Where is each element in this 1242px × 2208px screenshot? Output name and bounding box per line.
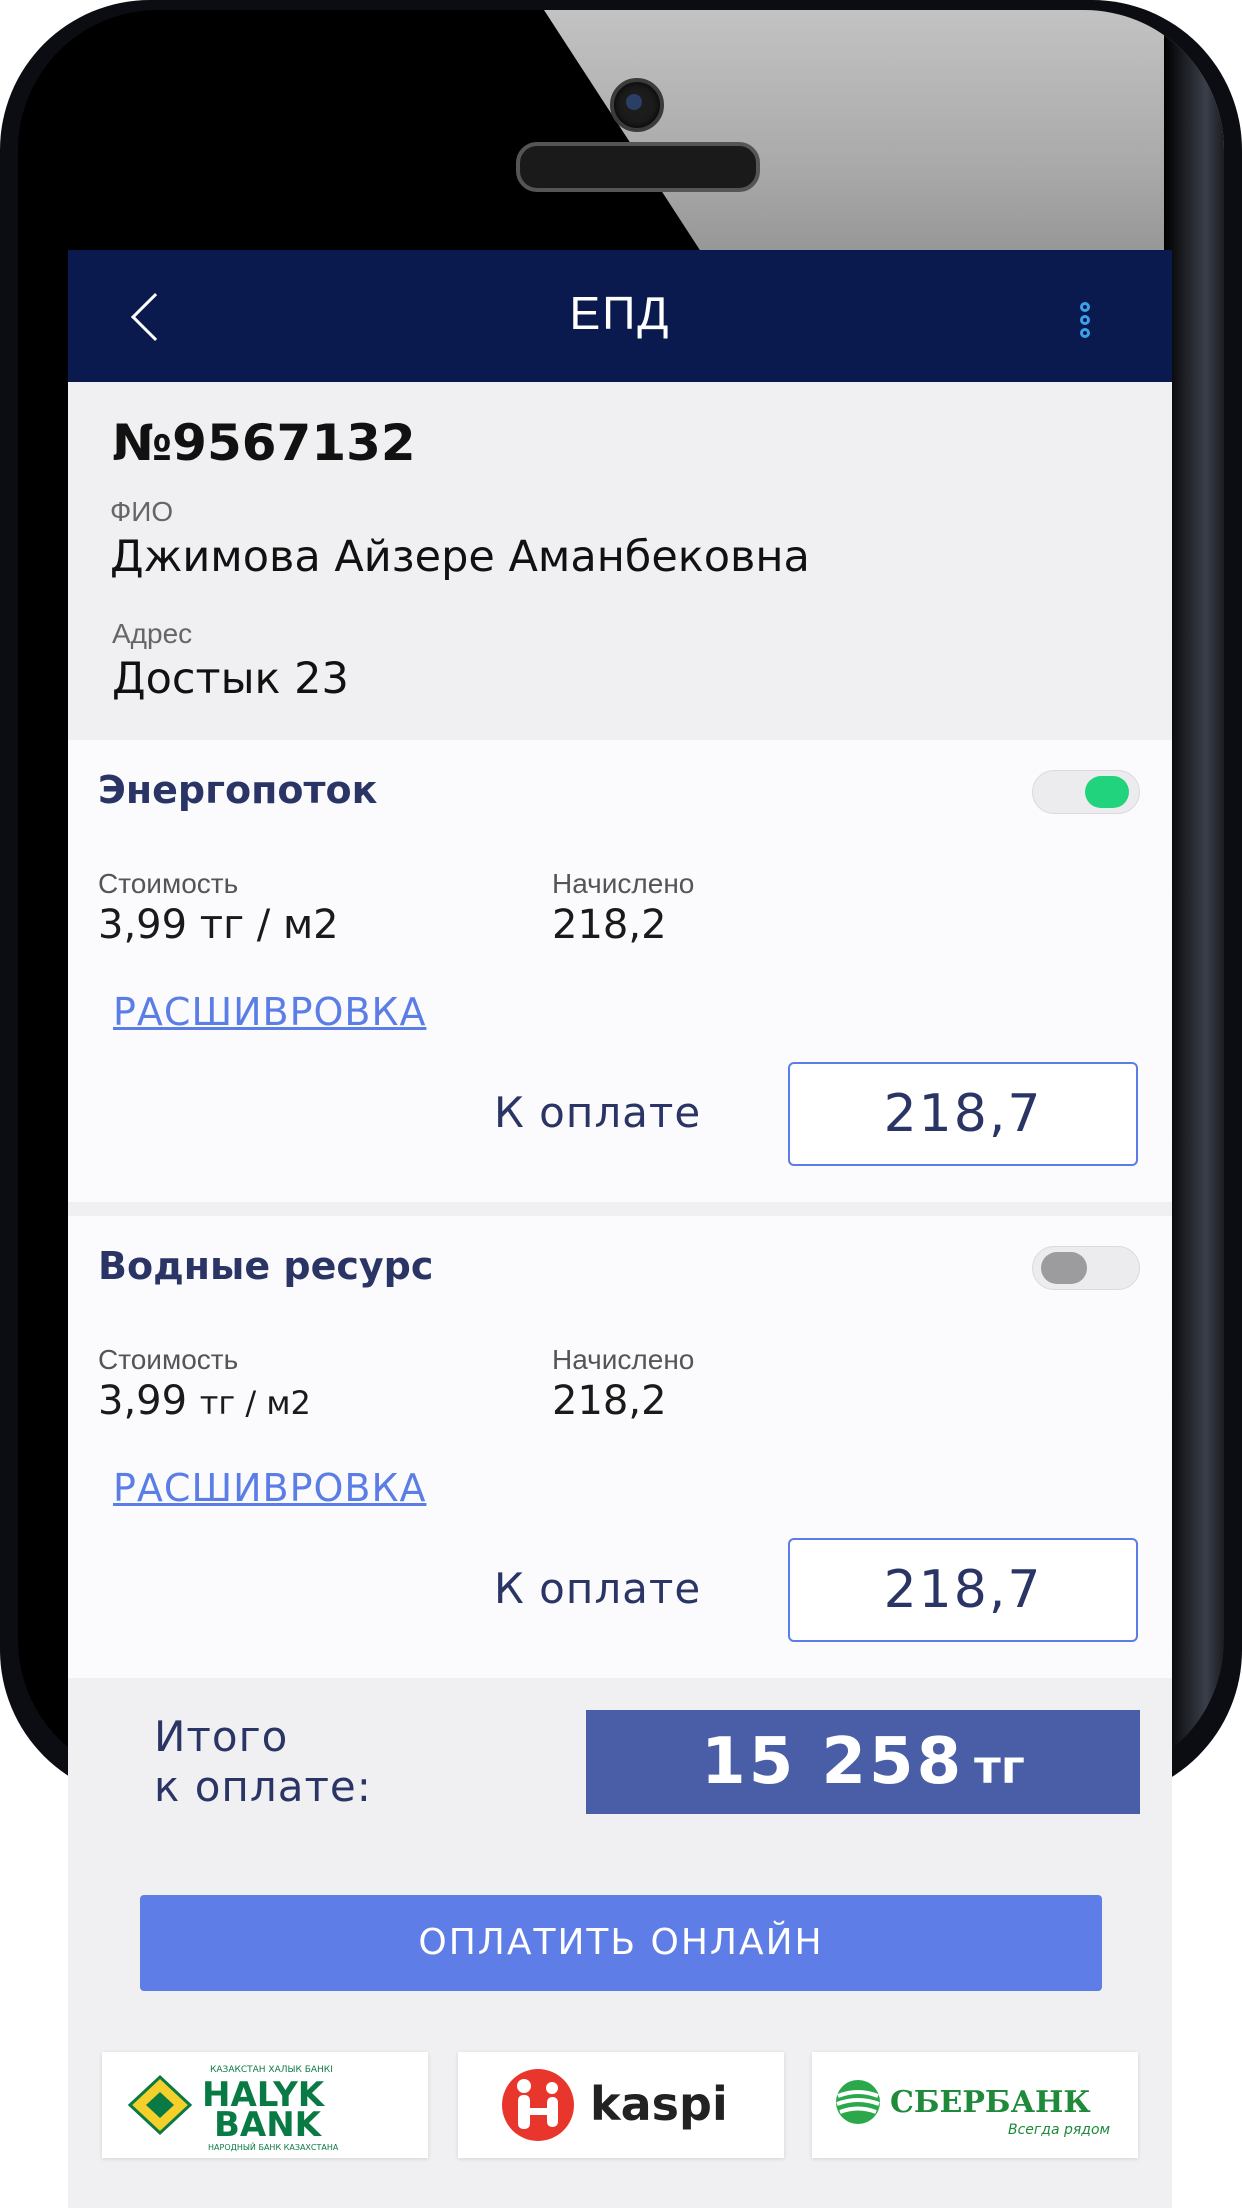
service-card-water: Водные ресурс Стоимость 3,99 тг / м2 Нач… — [68, 1216, 1172, 1678]
kaspi-text: kaspi — [590, 2077, 728, 2131]
page-title: ЕПД — [569, 287, 671, 339]
cost-label: Стоимость — [98, 868, 239, 899]
service-toggle[interactable] — [1032, 1246, 1140, 1290]
total-label-line1: Итого — [154, 1712, 289, 1761]
top-app-bar: ЕПД — [68, 250, 1172, 382]
app-screen: ЕПД №9567132 ФИО Джимова Айзере Аманбеко… — [68, 250, 1172, 2208]
halyk-bank-logo: КАЗАКСТАН ХАЛЫК БАНКІ HALYK BANK НАРОДНЫ… — [127, 2065, 339, 2152]
cost-number: 3,99 — [98, 1378, 188, 1424]
charged-label: Начислено — [552, 868, 695, 899]
total-currency: тг — [974, 1740, 1025, 1794]
halyk-bottom-text: НАРОДНЫЙ БАНК КАЗАХСТАНА — [208, 2141, 339, 2152]
address-value: Достык 23 — [112, 654, 349, 704]
breakdown-link[interactable]: РАСШИВРОВКА — [113, 1466, 426, 1510]
to-pay-input[interactable]: 218,7 — [788, 1062, 1138, 1166]
to-pay-label: К оплате — [494, 1564, 702, 1613]
service-toggle[interactable] — [1032, 770, 1140, 814]
charged-value: 218,2 — [552, 1378, 667, 1424]
kaspi-logo: kaspi — [502, 2069, 728, 2141]
charged-value: 218,2 — [552, 902, 667, 948]
total-label-line2: к оплате: — [154, 1762, 372, 1811]
sberbank-logo: СБЕРБАНК Всегда рядом — [836, 2080, 1111, 2138]
cost-label: Стоимость — [98, 1344, 239, 1375]
cost-unit: тг / м2 — [199, 1384, 311, 1422]
account-number: №9567132 — [112, 414, 416, 472]
total-label: Итого к оплате: — [154, 1712, 372, 1812]
service-name: Водные ресурс — [98, 1244, 434, 1288]
phone-edge — [1164, 10, 1224, 1780]
charged-label: Начислено — [552, 1344, 695, 1375]
halyk-bank-button[interactable]: КАЗАКСТАН ХАЛЫК БАНКІ HALYK BANK НАРОДНЫ… — [102, 2052, 428, 2158]
sber-name: СБЕРБАНК — [890, 2085, 1091, 2120]
breakdown-link[interactable]: РАСШИВРОВКА — [113, 990, 426, 1034]
cost-value: 3,99 тг / м2 — [98, 902, 339, 948]
to-pay-input[interactable]: 218,7 — [788, 1538, 1138, 1642]
cost-value: 3,99 тг / м2 — [98, 1378, 311, 1424]
sberbank-button[interactable]: СБЕРБАНК Всегда рядом — [812, 2052, 1138, 2158]
more-vertical-icon[interactable] — [1080, 302, 1094, 348]
total-amount: 15 258 — [701, 1725, 965, 1799]
fio-value: Джимова Айзере Аманбековна — [110, 532, 810, 582]
sber-tagline: Всегда рядом — [1008, 2122, 1111, 2138]
address-label: Адрес — [112, 618, 193, 649]
pay-online-button[interactable]: ОПЛАТИТЬ ОНЛАЙН — [140, 1895, 1102, 1991]
speaker-grille — [516, 142, 760, 192]
service-name: Энергопоток — [98, 768, 378, 812]
service-card-energy: Энергопоток Стоимость 3,99 тг / м2 Начис… — [68, 740, 1172, 1202]
kaspi-button[interactable]: kaspi — [458, 2052, 784, 2158]
total-amount-box: 15 258 тг — [586, 1710, 1140, 1814]
to-pay-label: К оплате — [494, 1088, 702, 1137]
camera-icon — [610, 78, 664, 132]
halyk-top-text: КАЗАКСТАН ХАЛЫК БАНКІ — [210, 2065, 333, 2075]
fio-label: ФИО — [110, 496, 174, 527]
halyk-line2: BANK — [214, 2105, 323, 2145]
